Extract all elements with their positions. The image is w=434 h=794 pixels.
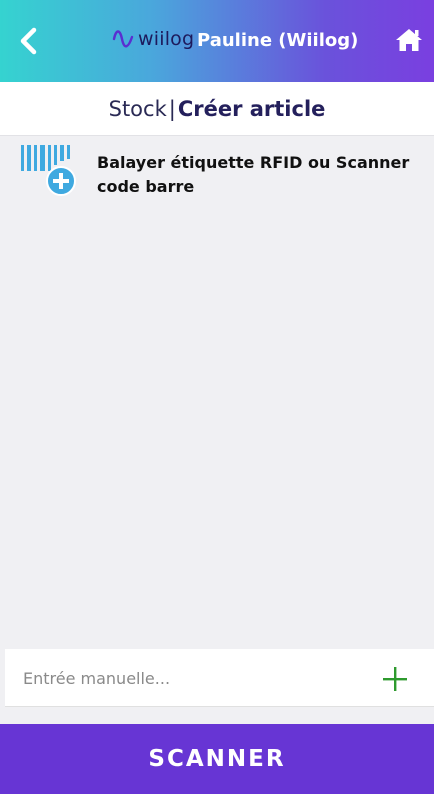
app-header: wiilog Pauline (Wiilog)	[0, 0, 434, 82]
scan-instruction: Balayer étiquette RFID ou Scanner code b…	[18, 143, 434, 203]
breadcrumb-separator: |	[168, 96, 176, 121]
scanner-button-label: SCANNER	[148, 746, 286, 772]
logo-text: wiilog	[138, 28, 195, 50]
add-button[interactable]	[379, 663, 411, 695]
page-title: Créer article	[177, 96, 326, 121]
back-button[interactable]	[14, 26, 44, 56]
breadcrumb: Stock | Créer article	[0, 82, 434, 136]
chevron-left-icon	[20, 27, 37, 55]
wiilog-logo: wiilog	[112, 26, 194, 52]
wave-logo-icon	[112, 30, 134, 48]
barcode-add-icon	[21, 145, 76, 196]
user-name: Pauline (Wiilog)	[197, 30, 359, 51]
manual-entry-input[interactable]	[5, 649, 365, 707]
home-button[interactable]	[395, 27, 423, 55]
manual-entry-row	[5, 649, 434, 707]
home-icon	[396, 29, 422, 51]
plus-icon	[383, 667, 407, 691]
instruction-text: Balayer étiquette RFID ou Scanner code b…	[97, 153, 410, 196]
breadcrumb-stock[interactable]: Stock	[109, 97, 167, 121]
scanner-button[interactable]: SCANNER	[0, 724, 434, 794]
